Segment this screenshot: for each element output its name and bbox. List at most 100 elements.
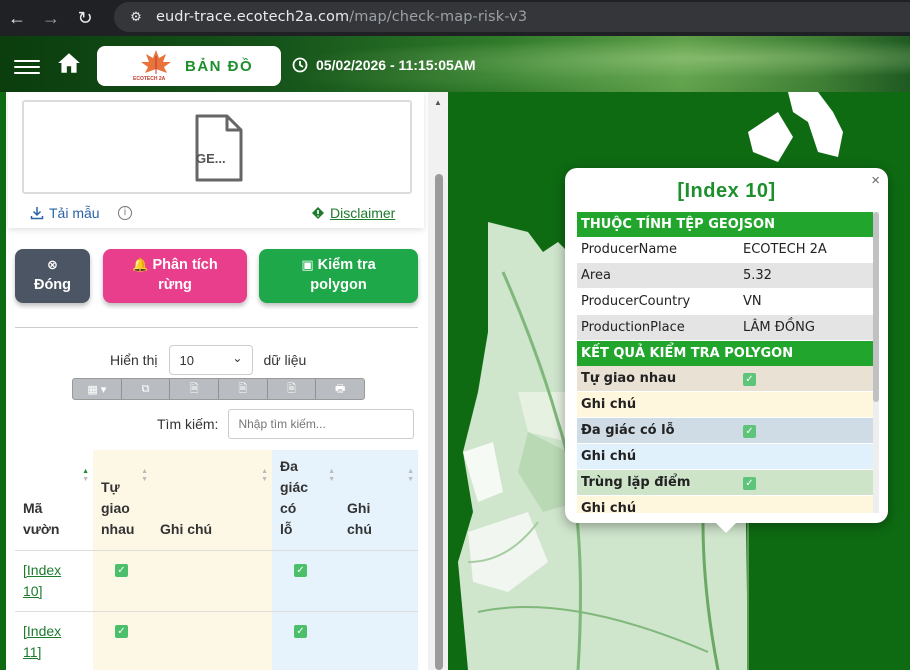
result-key: Ghi chú (581, 501, 637, 513)
table-row: [Index 11] ✓ ✓ (15, 610, 418, 670)
result-row: Trùng lặp điểm ✓ (577, 470, 873, 496)
divider (15, 327, 418, 328)
link-text: [Index (23, 561, 62, 578)
column-visibility-icon[interactable]: ▦ ▾ (73, 379, 122, 399)
site-settings-icon[interactable]: ⚙ (122, 9, 150, 25)
menu-icon[interactable] (14, 60, 40, 78)
garden-link[interactable]: [Index 11] (23, 621, 85, 663)
forest-label-1: Phân tích (152, 257, 218, 273)
sort-icon: ▲ ▼ (82, 468, 89, 483)
polygon-hole-cell: ✓ (272, 549, 339, 611)
check-polygon-button[interactable]: ▣ Kiểm tra polygon (259, 249, 418, 303)
note-cell (339, 610, 418, 670)
property-value: ECOTECH 2A (743, 242, 827, 257)
close-circle-icon: ⊗ (47, 257, 58, 272)
col-garden-code[interactable]: Mã vườn ▲ ▼ (15, 450, 93, 550)
export-toolbar: ▦ ▾ ⧉ 🗎 🗎 🗎 🖶 (72, 378, 365, 400)
sort-icon: ▲ ▼ (407, 468, 414, 483)
home-icon[interactable] (56, 50, 82, 76)
disclaimer-link[interactable]: Disclaimer (311, 205, 395, 221)
popup-scroll-thumb[interactable] (873, 212, 879, 402)
col-self-intersect[interactable]: Tự giao nhau ▲ ▼ (93, 450, 152, 550)
close-button[interactable]: ⊗ Đóng (15, 249, 90, 303)
popup-title: [Index 10] (677, 180, 776, 202)
property-value: LÂM ĐỒNG (743, 320, 815, 335)
reload-icon[interactable]: ↻ (68, 0, 102, 36)
info-icon[interactable]: i (118, 206, 132, 220)
excel-icon[interactable]: 🗎 (170, 379, 220, 399)
disclaimer-label: Disclaimer (330, 205, 396, 221)
ecotech-logo: ECOTECH 2A (131, 48, 181, 84)
checkbox-checked-icon: ✓ (743, 373, 756, 386)
app-header: ECOTECH 2A BẢN ĐỒ 05/02/2026 - 11:15:05A… (0, 36, 910, 92)
search-label: Tìm kiếm: (157, 416, 219, 432)
property-row: ProducerCountry VN (577, 289, 873, 315)
upload-card: GE... Tải mẫu i Disclaimer (8, 92, 424, 228)
garden-link[interactable]: [Index 10] (23, 560, 85, 602)
header-text: giao (101, 499, 130, 516)
header-text: chú (347, 520, 372, 537)
panel-edge (0, 92, 6, 670)
result-row: Ghi chú (577, 496, 873, 513)
garden-code-cell: [Index 11] (15, 610, 93, 670)
brand-button[interactable]: ECOTECH 2A BẢN ĐỒ (97, 46, 281, 86)
left-panel: GE... Tải mẫu i Disclaimer ⊗ Đóng 🔔 Phân… (0, 92, 428, 670)
search-input[interactable] (228, 409, 415, 439)
note-cell (339, 549, 418, 611)
property-key: ProductionPlace (581, 320, 685, 335)
checkbox-checked-icon: ✓ (743, 425, 756, 438)
header-text: nhau (101, 520, 135, 537)
download-sample-link[interactable]: Tải mẫu (30, 205, 100, 221)
popup-scrollbar[interactable] (873, 212, 879, 513)
datetime-text: 05/02/2026 - 11:15:05AM (316, 57, 476, 73)
check-label-1: Kiểm tra (317, 257, 376, 273)
property-key: ProducerName (581, 242, 677, 257)
pdf-icon[interactable]: 🗎 (268, 379, 317, 399)
link-text: 10] (23, 582, 43, 599)
file-dropzone[interactable]: GE... (22, 100, 412, 194)
panel-scrollbar[interactable]: ▲ (428, 92, 448, 670)
result-key: Tự giao nhau (581, 371, 677, 386)
address-bar[interactable]: ⚙ eudr-trace.ecotech2a.com/map/check-map… (114, 2, 910, 32)
print-icon[interactable]: 🖶 (316, 379, 364, 399)
property-key: ProducerCountry (581, 294, 691, 309)
col-polygon-hole[interactable]: Đa giác có lỗ ▲ ▼ (272, 450, 339, 550)
bell-icon: 🔔 (132, 257, 149, 272)
header-text: Tự (101, 478, 120, 495)
link-text: [Index (23, 622, 62, 639)
header-text: Đa (280, 457, 298, 474)
checkbox-checked-icon: ✓ (115, 624, 128, 638)
scroll-thumb[interactable] (435, 174, 443, 670)
brand-title: BẢN ĐỒ (185, 57, 254, 75)
header-text: Ghi chú (160, 520, 213, 537)
result-row: Tự giao nhau ✓ (577, 366, 873, 392)
col-note-1[interactable]: Ghi chú ▲ ▼ (152, 450, 272, 550)
copy-icon[interactable]: ⧉ (122, 379, 171, 399)
property-value: 5.32 (743, 268, 772, 283)
note-cell (152, 610, 272, 670)
url-text: eudr-trace.ecotech2a.com/map/check-map-r… (156, 9, 528, 25)
scroll-up-icon[interactable]: ▲ (434, 98, 442, 107)
property-value: VN (743, 294, 762, 309)
checkbox-checked-icon: ✓ (294, 563, 307, 577)
back-icon[interactable]: ← (0, 0, 34, 36)
file-icon (195, 114, 243, 182)
page-size-value: 10 (179, 353, 194, 368)
header-text: Ghi (347, 499, 371, 516)
forward-icon[interactable]: → (34, 0, 68, 36)
sort-icon: ▲ ▼ (141, 468, 148, 483)
header-text: giác (280, 478, 309, 495)
result-key: Ghi chú (581, 449, 637, 464)
close-button-label: Đóng (33, 277, 72, 293)
polygon-info-popup: × [Index 10] THUỘC TÍNH TỆP GEOJSON Prod… (565, 168, 888, 533)
page-size-control: Hiển thị 10 ⌄ dữ liệu (110, 345, 306, 375)
chevron-down-icon: ⌄ (232, 351, 243, 365)
col-note-2[interactable]: Ghi chú ▲ ▼ (339, 450, 418, 550)
header-text: lỗ (280, 520, 293, 537)
check-label-2: polygon (310, 277, 367, 293)
checkbox-checked-icon: ✓ (294, 624, 307, 638)
page-size-select[interactable]: 10 ⌄ (169, 345, 254, 375)
forest-analysis-button[interactable]: 🔔 Phân tích rừng (103, 249, 247, 303)
csv-icon[interactable]: 🗎 (219, 379, 268, 399)
note-cell (152, 549, 272, 611)
